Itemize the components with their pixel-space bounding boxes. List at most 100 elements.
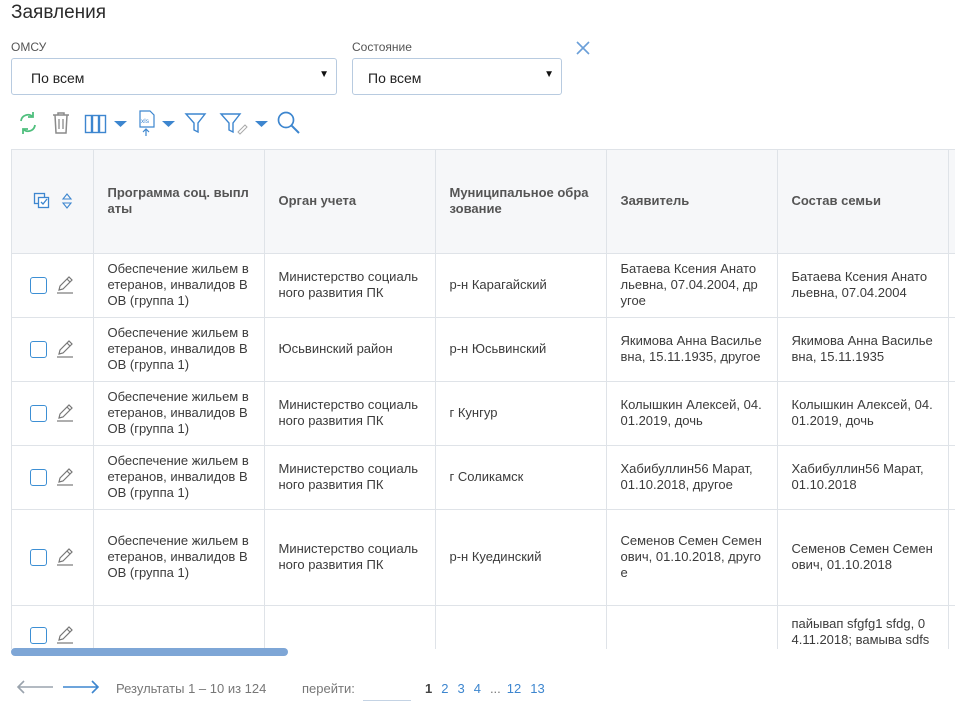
edit-pencil-icon[interactable] bbox=[55, 547, 75, 567]
table-header-row: Программа соц. выплаты Орган учета Муниц… bbox=[12, 150, 955, 254]
cell-program: Обеспечение жильем ветеранов, инвалидов … bbox=[93, 509, 265, 606]
refresh-icon[interactable] bbox=[16, 108, 40, 138]
sort-icon[interactable] bbox=[60, 191, 74, 211]
cell-family: Батаева Ксения Анатольевна, 07.04.2004 bbox=[777, 253, 949, 318]
cell-program bbox=[93, 605, 265, 649]
trash-icon[interactable] bbox=[51, 108, 71, 138]
row-checkbox[interactable] bbox=[30, 626, 47, 644]
cell-applicant bbox=[606, 605, 778, 649]
cell-family: Семенов Семен Семенович, 01.10.2018 bbox=[777, 509, 949, 606]
cell-municipality: р-н Карагайский bbox=[435, 253, 607, 318]
cell-extra bbox=[948, 253, 955, 318]
row-actions-cell bbox=[12, 253, 94, 318]
page-link[interactable]: 3 bbox=[457, 681, 464, 696]
toolbar: xls bbox=[0, 108, 400, 140]
state-select[interactable]: По всем ▼ bbox=[352, 58, 562, 95]
prev-page-arrow-icon[interactable] bbox=[16, 679, 54, 695]
table-row[interactable]: Обеспечение жильем ветеранов, инвалидов … bbox=[12, 381, 955, 446]
cell-family: Хабибуллин56 Марат, 01.10.2018 bbox=[777, 445, 949, 510]
row-actions-cell bbox=[12, 509, 94, 606]
column-header-applicant[interactable]: Заявитель bbox=[606, 150, 778, 254]
cell-municipality: р-н Юсьвинский bbox=[435, 317, 607, 382]
cell-extra bbox=[948, 381, 955, 446]
row-checkbox[interactable] bbox=[30, 276, 47, 294]
clear-filters-icon[interactable] bbox=[574, 39, 592, 57]
chevron-down-icon: ▼ bbox=[319, 69, 329, 80]
cell-municipality: р-н Куединский bbox=[435, 509, 607, 606]
edit-pencil-icon[interactable] bbox=[55, 339, 75, 359]
page-link[interactable]: 4 bbox=[474, 681, 481, 696]
page-title: Заявления bbox=[11, 2, 107, 23]
edit-pencil-icon[interactable] bbox=[55, 403, 75, 423]
state-select-value: По всем bbox=[368, 70, 422, 86]
column-header-extra bbox=[948, 150, 955, 254]
column-header-program[interactable]: Программа соц. выплаты bbox=[93, 150, 265, 254]
row-checkbox[interactable] bbox=[30, 468, 47, 486]
results-count: Результаты 1 – 10 из 124 bbox=[116, 681, 267, 696]
select-all-header bbox=[12, 150, 94, 254]
cell-registration-body bbox=[264, 605, 436, 649]
cell-registration-body: Министерство социального развития ПК bbox=[264, 381, 436, 446]
cell-program: Обеспечение жильем ветеранов, инвалидов … bbox=[93, 381, 265, 446]
cell-applicant: Хабибуллин56 Марат, 01.10.2018, другое bbox=[606, 445, 778, 510]
table-row[interactable]: Обеспечение жильем ветеранов, инвалидов … bbox=[12, 509, 955, 606]
search-icon[interactable] bbox=[276, 108, 302, 138]
filter-icon[interactable] bbox=[184, 108, 208, 138]
row-checkbox[interactable] bbox=[30, 404, 47, 422]
cell-applicant: Семенов Семен Семенович, 01.10.2018, дру… bbox=[606, 509, 778, 606]
table-row[interactable]: Обеспечение жильем ветеранов, инвалидов … bbox=[12, 253, 955, 318]
row-actions-cell bbox=[12, 445, 94, 510]
page-link[interactable]: 1 bbox=[425, 681, 432, 696]
row-actions-cell bbox=[12, 605, 94, 649]
cell-applicant: Колышкин Алексей, 04.01.2019, дочь bbox=[606, 381, 778, 446]
columns-icon[interactable] bbox=[84, 108, 128, 138]
goto-page-input[interactable] bbox=[363, 679, 411, 701]
cell-extra bbox=[948, 605, 955, 649]
column-header-registration-body[interactable]: Орган учета bbox=[264, 150, 436, 254]
page-numbers: 1 2 3 4... 12 13 bbox=[425, 681, 554, 696]
page-link[interactable]: 12 bbox=[507, 681, 521, 696]
pagination: Результаты 1 – 10 из 124 перейти: 1 2 3 4..… bbox=[0, 674, 955, 702]
cell-municipality bbox=[435, 605, 607, 649]
select-all-icon[interactable] bbox=[32, 191, 52, 211]
cell-municipality: г Кунгур bbox=[435, 381, 607, 446]
cell-applicant: Якимова Анна Васильевна, 15.11.1935, дру… bbox=[606, 317, 778, 382]
row-actions-cell bbox=[12, 317, 94, 382]
horizontal-scrollbar[interactable] bbox=[11, 648, 288, 656]
edit-pencil-icon[interactable] bbox=[55, 467, 75, 487]
svg-text:xls: xls bbox=[141, 118, 150, 125]
page-link[interactable]: 2 bbox=[441, 681, 448, 696]
row-actions-cell bbox=[12, 381, 94, 446]
table-row[interactable]: Обеспечение жильем ветеранов, инвалидов … bbox=[12, 445, 955, 510]
row-checkbox[interactable] bbox=[30, 340, 47, 358]
cell-applicant: Батаева Ксения Анатольевна, 07.04.2004, … bbox=[606, 253, 778, 318]
next-page-arrow-icon[interactable] bbox=[62, 679, 100, 695]
cell-family: пайывап sfgfg1 sfdg, 04.11.2018; вамыва … bbox=[777, 605, 949, 649]
cell-registration-body: Юсьвинский район bbox=[264, 317, 436, 382]
filter-edit-icon[interactable] bbox=[219, 108, 271, 138]
xls-export-icon[interactable]: xls bbox=[137, 108, 177, 138]
edit-pencil-icon[interactable] bbox=[55, 275, 75, 295]
cell-extra bbox=[948, 509, 955, 606]
omsu-select[interactable]: По всем ▼ bbox=[11, 58, 337, 95]
cell-registration-body: Министерство социального развития ПК bbox=[264, 445, 436, 510]
cell-program: Обеспечение жильем ветеранов, инвалидов … bbox=[93, 445, 265, 510]
cell-extra bbox=[948, 317, 955, 382]
chevron-down-icon: ▼ bbox=[544, 69, 554, 80]
cell-registration-body: Министерство социального развития ПК bbox=[264, 509, 436, 606]
applications-table: Программа соц. выплаты Орган учета Муниц… bbox=[11, 149, 955, 649]
column-header-municipality[interactable]: Муниципальное образование bbox=[435, 150, 607, 254]
goto-label: перейти: bbox=[302, 681, 355, 696]
page-link[interactable]: 13 bbox=[530, 681, 544, 696]
cell-registration-body: Министерство социального развития ПК bbox=[264, 253, 436, 318]
omsu-filter-label: ОМСУ bbox=[11, 40, 47, 54]
column-header-family[interactable]: Состав семьи bbox=[777, 150, 949, 254]
omsu-select-value: По всем bbox=[31, 70, 85, 86]
table-row[interactable]: пайывап sfgfg1 sfdg, 04.11.2018; вамыва … bbox=[12, 605, 955, 649]
cell-extra bbox=[948, 445, 955, 510]
page-ellipsis: ... bbox=[489, 681, 501, 696]
edit-pencil-icon[interactable] bbox=[55, 625, 75, 645]
table-row[interactable]: Обеспечение жильем ветеранов, инвалидов … bbox=[12, 317, 955, 382]
cell-program: Обеспечение жильем ветеранов, инвалидов … bbox=[93, 317, 265, 382]
row-checkbox[interactable] bbox=[30, 548, 47, 566]
